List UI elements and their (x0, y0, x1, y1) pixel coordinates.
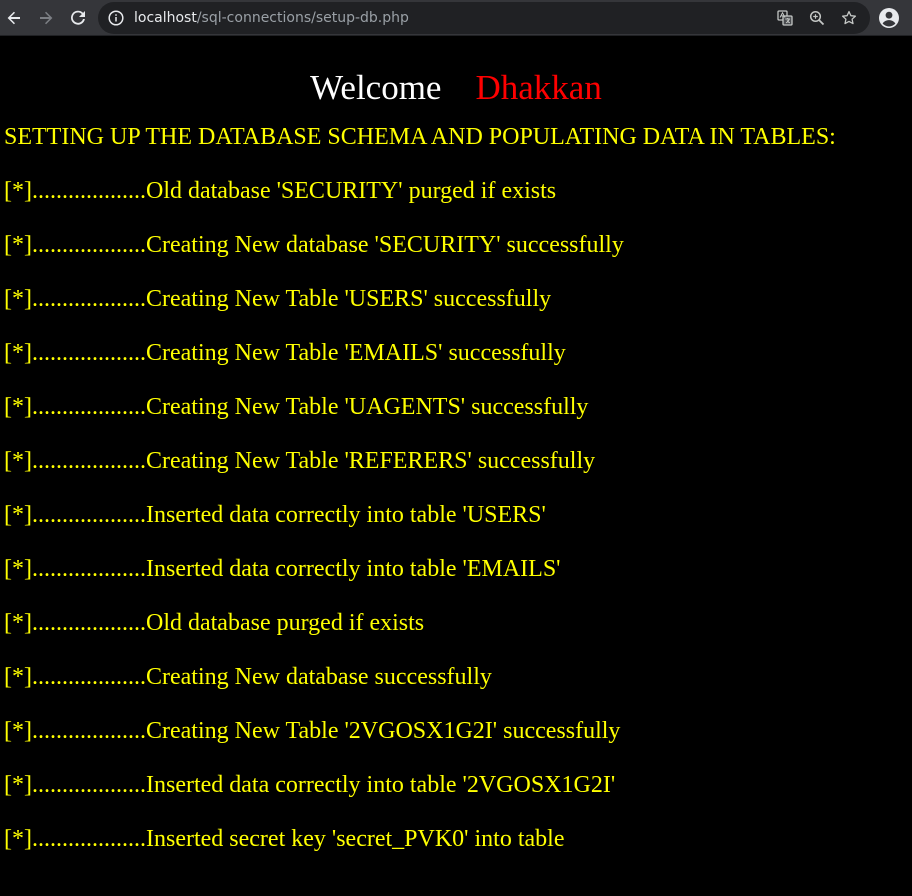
status-line: [*]...................Old database purge… (4, 610, 425, 636)
status-line: [*]...................Creating New Table… (4, 394, 589, 420)
bookmark-star-icon (841, 10, 857, 25)
translate-icon (777, 10, 793, 26)
status-line: [*]...................Creating New datab… (4, 232, 624, 258)
status-line: [*]...................Creating New Table… (4, 340, 566, 366)
url-host: localhost (134, 10, 197, 26)
translate-button[interactable] (776, 9, 794, 27)
status-line: [*]...................Old database 'SECU… (4, 178, 557, 204)
status-line: [*]...................Creating New datab… (4, 664, 492, 690)
url-text[interactable]: localhost/sql-connections/setup-db.php (134, 10, 409, 26)
profile-icon[interactable] (878, 7, 900, 29)
status-line: [*]...................Creating New Table… (4, 286, 552, 312)
forward-arrow-icon (40, 11, 53, 25)
status-line: [*]...................Inserted data corr… (4, 556, 561, 582)
reload-button[interactable] (67, 7, 89, 29)
status-line: [*]...................Inserted secret ke… (4, 826, 565, 852)
bookmark-button[interactable] (840, 9, 858, 27)
zoom-button[interactable] (808, 9, 826, 27)
page-content: Welcome Dhakkan SETTING UP THE DATABASE S… (0, 36, 912, 896)
status-line: [*]...................Inserted data corr… (4, 502, 546, 528)
back-arrow-icon (7, 11, 20, 25)
browser-toolbar: localhost/sql-connections/setup-db.php (0, 0, 912, 36)
status-line: [*]...................Inserted data corr… (4, 772, 616, 798)
welcome-text: Welcome (310, 68, 442, 107)
back-button[interactable] (3, 7, 25, 29)
info-icon[interactable] (108, 10, 124, 26)
reload-icon (71, 10, 85, 25)
status-line: [*]...................Creating New Table… (4, 448, 596, 474)
status-log: SETTING UP THE DATABASE SCHEMA AND POPUL… (4, 122, 836, 854)
user-name: Dhakkan (475, 68, 602, 107)
url-path: /sql-connections/setup-db.php (196, 10, 409, 26)
address-bar[interactable]: localhost/sql-connections/setup-db.php (98, 2, 870, 34)
status-line: [*]...................Creating New Table… (4, 718, 621, 744)
zoom-icon (809, 10, 825, 26)
forward-button[interactable] (35, 7, 57, 29)
schema-heading: SETTING UP THE DATABASE SCHEMA AND POPUL… (4, 124, 836, 150)
welcome-line: Welcome Dhakkan (0, 66, 912, 110)
